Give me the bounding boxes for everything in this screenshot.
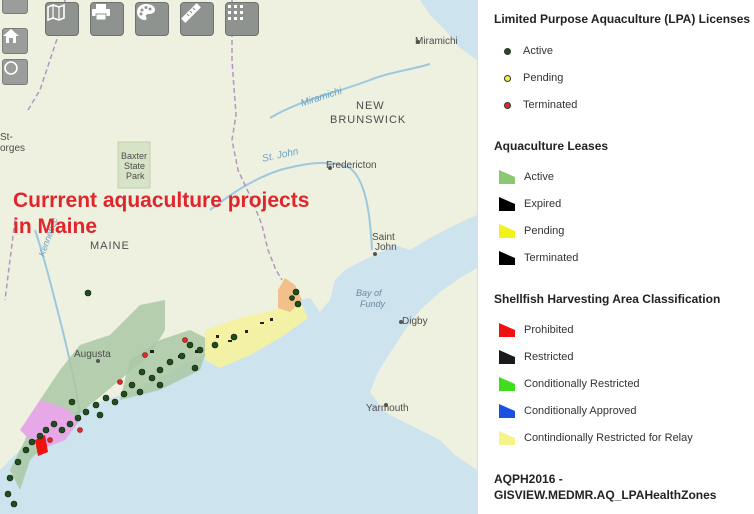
prohibited-swatch-icon [499, 323, 515, 337]
legend-label: Pending [523, 72, 564, 84]
restricted-relay-swatch-icon [499, 431, 515, 445]
legend-item-lease-terminated: Terminated [498, 248, 578, 268]
palette-button[interactable] [135, 2, 169, 36]
legend-panel: Limited Purpose Aquaculture (LPA) Licens… [477, 0, 754, 514]
label-state: State [124, 161, 146, 171]
legend-footer-line-1: AQPH2016 - [494, 472, 563, 486]
legend-label: Pending [524, 225, 565, 237]
legend-label: Terminated [523, 99, 578, 111]
legend-title-leases: Aquaculture Leases [494, 139, 609, 153]
caption-line-2: in Maine [13, 215, 98, 238]
legend-label: Conditionally Restricted [524, 378, 640, 390]
label-digby: Digby [402, 316, 428, 327]
legend-item-restricted: Restricted [498, 347, 574, 367]
label-park: Park [126, 171, 145, 181]
restricted-swatch-icon [499, 350, 515, 364]
legend-item-prohibited: Prohibited [498, 320, 574, 340]
legend-item-lease-expired: Expired [498, 194, 561, 214]
grid-icon [228, 5, 243, 20]
conditionally-restricted-swatch-icon [499, 377, 515, 391]
legend-item-lease-pending: Pending [498, 221, 564, 241]
measure-button[interactable] [180, 2, 214, 36]
legend-title-shellfish: Shellfish Harvesting Area Classification [494, 292, 721, 306]
label-fredericton: Fredericton [326, 160, 377, 171]
print-button[interactable] [90, 2, 124, 36]
label-new: NEW [356, 100, 385, 112]
terminated-dot-icon [504, 101, 511, 109]
basemap-icon [47, 3, 65, 21]
lease-expired-swatch-icon [499, 197, 515, 211]
measure-icon [181, 3, 201, 23]
legend-label: Restricted [524, 351, 574, 363]
label-john: John [375, 242, 397, 253]
basemap-button[interactable] [45, 2, 79, 36]
label-brunswick: BRUNSWICK [330, 114, 407, 126]
label-bay-of: Bay of [356, 288, 382, 298]
legend-title-lpa: Limited Purpose Aquaculture (LPA) Licens… [494, 12, 751, 26]
label-baxter: Baxter [121, 151, 148, 161]
locate-icon [4, 61, 18, 75]
zoom-out-button[interactable] [2, 0, 28, 14]
print-icon [92, 4, 110, 21]
label-maine: MAINE [90, 240, 130, 252]
legend-label: Active [524, 171, 554, 183]
label-st: St- [0, 132, 13, 143]
map-canvas[interactable] [0, 0, 477, 514]
lease-terminated-swatch-icon [499, 251, 515, 265]
legend-item-lpa-pending: Pending [498, 68, 563, 88]
home-button[interactable] [2, 28, 28, 54]
legend-item-conditionally-restricted: Conditionally Restricted [498, 374, 640, 394]
lease-pending-swatch-icon [499, 224, 515, 238]
legend-item-lease-active: Active [498, 167, 554, 187]
palette-icon [137, 4, 155, 20]
active-dot-icon [504, 47, 511, 55]
grid-button[interactable] [225, 2, 259, 36]
legend-label: Active [523, 45, 553, 57]
legend-footer-line-2: GISVIEW.MEDMR.AQ_LPAHealthZones [494, 488, 717, 502]
legend-item-lpa-active: Active [498, 41, 553, 61]
pending-dot-icon [504, 74, 511, 82]
legend-item-lpa-terminated: Terminated [498, 95, 577, 115]
label-augusta: Augusta [74, 349, 111, 360]
legend-label: Prohibited [524, 324, 574, 336]
legend-item-conditionally-approved: Conditionally Approved [498, 401, 637, 421]
map-view[interactable]: Miramichi Miramichi NEW BRUNSWICK Baxter… [0, 0, 477, 514]
legend-label: Expired [524, 198, 562, 210]
label-fundy: Fundy [360, 299, 386, 309]
home-icon [3, 29, 19, 43]
conditionally-approved-swatch-icon [499, 404, 515, 418]
legend-label: Conditionally Approved [524, 405, 637, 417]
map-caption: Currrent aquaculture projects in Maine [13, 188, 309, 240]
label-georges: orges [0, 143, 26, 154]
legend-label: Contindionally Restricted for Relay [524, 432, 693, 444]
label-yarmouth: Yarmouth [366, 403, 409, 414]
locate-button[interactable] [2, 59, 28, 85]
label-miramichi-city: Miramichi [415, 36, 458, 47]
caption-line-1: Currrent aquaculture projects [13, 189, 310, 212]
legend-label: Terminated [524, 252, 579, 264]
legend-item-restricted-relay: Contindionally Restricted for Relay [498, 428, 693, 448]
lease-active-swatch-icon [499, 170, 515, 184]
